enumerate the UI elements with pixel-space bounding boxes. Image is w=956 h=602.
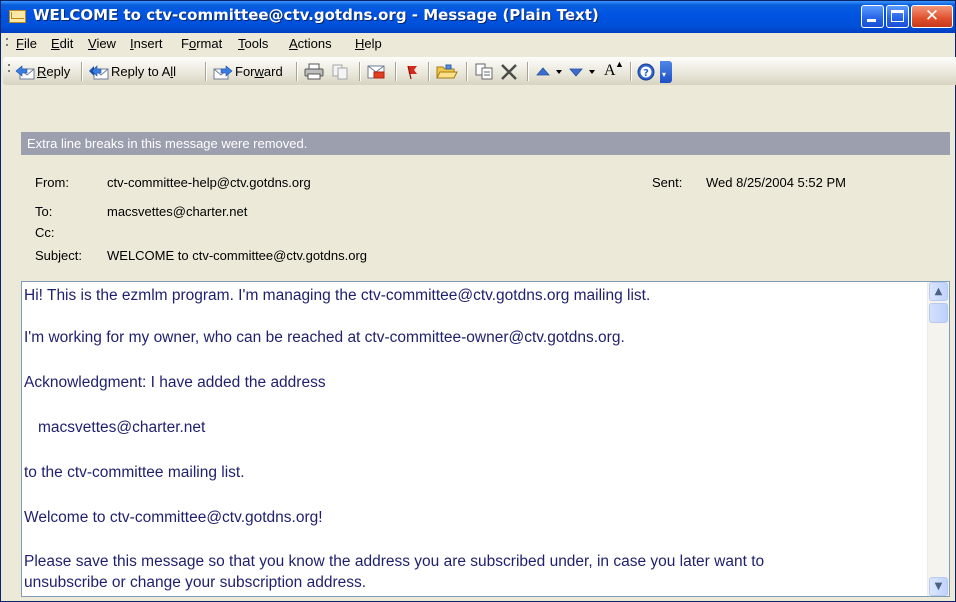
body-line: Hi! This is the ezmlm program. I'm manag… <box>24 287 651 304</box>
close-icon: ✕ <box>924 6 940 26</box>
body-line: macsvettes@charter.net <box>38 419 206 436</box>
body-line: I'm working for my owner, who can be rea… <box>24 329 625 346</box>
toolbar-separator <box>296 62 298 81</box>
cc-label: Cc: <box>35 225 55 240</box>
delete-icon <box>501 64 517 80</box>
help-icon: ? <box>637 63 655 81</box>
font-size-icon: A <box>604 62 616 79</box>
message-body[interactable]: Hi! This is the ezmlm program. I'm manag… <box>21 281 950 597</box>
copy-icon <box>332 64 348 80</box>
open-folder-button[interactable] <box>436 63 458 80</box>
toolbar-separator <box>428 62 430 81</box>
maximize-button[interactable] <box>886 5 909 28</box>
menu-view[interactable]: View <box>88 36 116 51</box>
toolbar-separator <box>630 62 632 81</box>
vertical-scrollbar[interactable]: ▲ ▼ <box>927 282 949 596</box>
menu-tools[interactable]: Tools <box>238 36 268 51</box>
toolbar-options-button[interactable]: ▾ <box>660 61 672 83</box>
menu-actions[interactable]: Actions <box>289 36 332 51</box>
toolbar-separator <box>466 62 468 81</box>
toolbar-separator <box>359 62 361 81</box>
sent-value: Wed 8/25/2004 5:52 PM <box>706 175 846 190</box>
open-folder-icon <box>436 64 458 79</box>
toolbar-separator <box>81 62 83 81</box>
next-item-icon <box>569 68 595 77</box>
toolbar-separator <box>527 62 529 81</box>
minimize-button[interactable] <box>861 5 884 28</box>
sent-label: Sent: <box>652 175 683 190</box>
window-title: WELCOME to ctv-committee@ctv.gotdns.org … <box>33 6 599 24</box>
menubar-grip[interactable] <box>6 38 9 50</box>
menu-edit[interactable]: Edit <box>51 36 73 51</box>
reply-button[interactable]: Reply <box>15 63 77 80</box>
title-bar[interactable]: WELCOME to ctv-committee@ctv.gotdns.org … <box>1 1 955 33</box>
standard-toolbar: Reply Reply to All Forward A ▲ ? ▾ <box>3 57 956 85</box>
toolbar-options-icon: ▾ <box>662 70 667 79</box>
forward-label: Forward <box>235 64 283 79</box>
menu-insert[interactable]: Insert <box>130 36 163 51</box>
menu-help[interactable]: Help <box>355 36 382 51</box>
menu-file[interactable]: File <box>16 36 37 51</box>
address-book-button[interactable] <box>474 63 494 80</box>
scroll-up-button[interactable]: ▲ <box>929 282 948 301</box>
body-line: unsubscribe or change your subscription … <box>24 574 367 591</box>
previous-item-button[interactable] <box>536 63 566 80</box>
from-value[interactable]: ctv-committee-help@ctv.gotdns.org <box>107 175 311 190</box>
body-line: to the ctv-committee mailing list. <box>24 464 245 481</box>
from-label: From: <box>35 175 69 190</box>
svg-text:?: ? <box>643 68 649 79</box>
subject-label: Subject: <box>35 248 82 263</box>
envelope-icon <box>9 10 26 23</box>
menu-bar: File Edit View Insert Format Tools Actio… <box>1 33 955 55</box>
menu-format[interactable]: Format <box>181 36 222 51</box>
maximize-icon <box>891 10 904 22</box>
toolbar-separator <box>395 62 397 81</box>
chevron-down-icon: ▼ <box>934 581 943 592</box>
move-to-folder-icon <box>367 65 385 79</box>
scroll-down-button[interactable]: ▼ <box>929 577 948 596</box>
font-size-up-icon: ▲ <box>615 59 624 69</box>
flag-icon <box>407 65 417 80</box>
body-line: Acknowledgment: I have added the address <box>24 374 326 391</box>
message-window: WELCOME to ctv-committee@ctv.gotdns.org … <box>0 0 956 602</box>
copy-button[interactable] <box>331 63 351 80</box>
to-label: To: <box>35 204 53 219</box>
reply-all-icon <box>89 65 109 80</box>
body-line: Please save this message so that you kno… <box>24 553 765 570</box>
move-to-folder-button[interactable] <box>367 63 387 80</box>
previous-item-icon <box>536 67 562 76</box>
info-bar[interactable]: Extra line breaks in this message were r… <box>21 132 950 155</box>
to-value[interactable]: macsvettes@charter.net <box>107 204 247 219</box>
help-button[interactable]: ? <box>637 63 657 81</box>
next-item-button[interactable] <box>569 63 599 80</box>
forward-icon <box>213 65 233 80</box>
forward-button[interactable]: Forward <box>213 63 289 80</box>
font-size-button[interactable]: A ▲ <box>602 59 624 80</box>
address-book-icon <box>475 63 493 80</box>
chevron-up-icon: ▲ <box>934 286 943 297</box>
subject-value: WELCOME to ctv-committee@ctv.gotdns.org <box>107 248 368 263</box>
close-button[interactable]: ✕ <box>911 5 953 28</box>
reply-all-button[interactable]: Reply to All <box>89 63 201 80</box>
info-bar-text: Extra line breaks in this message were r… <box>27 136 308 151</box>
print-icon <box>304 63 324 80</box>
reply-all-label: Reply to All <box>111 64 177 79</box>
scrollbar-thumb[interactable] <box>929 303 948 323</box>
print-button[interactable] <box>304 63 324 80</box>
toolbar-separator <box>205 62 207 81</box>
flag-button[interactable] <box>402 63 422 80</box>
delete-button[interactable] <box>499 63 519 80</box>
body-line: Welcome to ctv-committee@ctv.gotdns.org! <box>24 509 323 526</box>
message-body-text[interactable]: Hi! This is the ezmlm program. I'm manag… <box>22 282 928 596</box>
minimize-icon <box>867 19 876 22</box>
toolbar-grip[interactable] <box>8 64 11 78</box>
reply-icon <box>15 65 35 80</box>
reply-label: Reply <box>37 64 71 79</box>
